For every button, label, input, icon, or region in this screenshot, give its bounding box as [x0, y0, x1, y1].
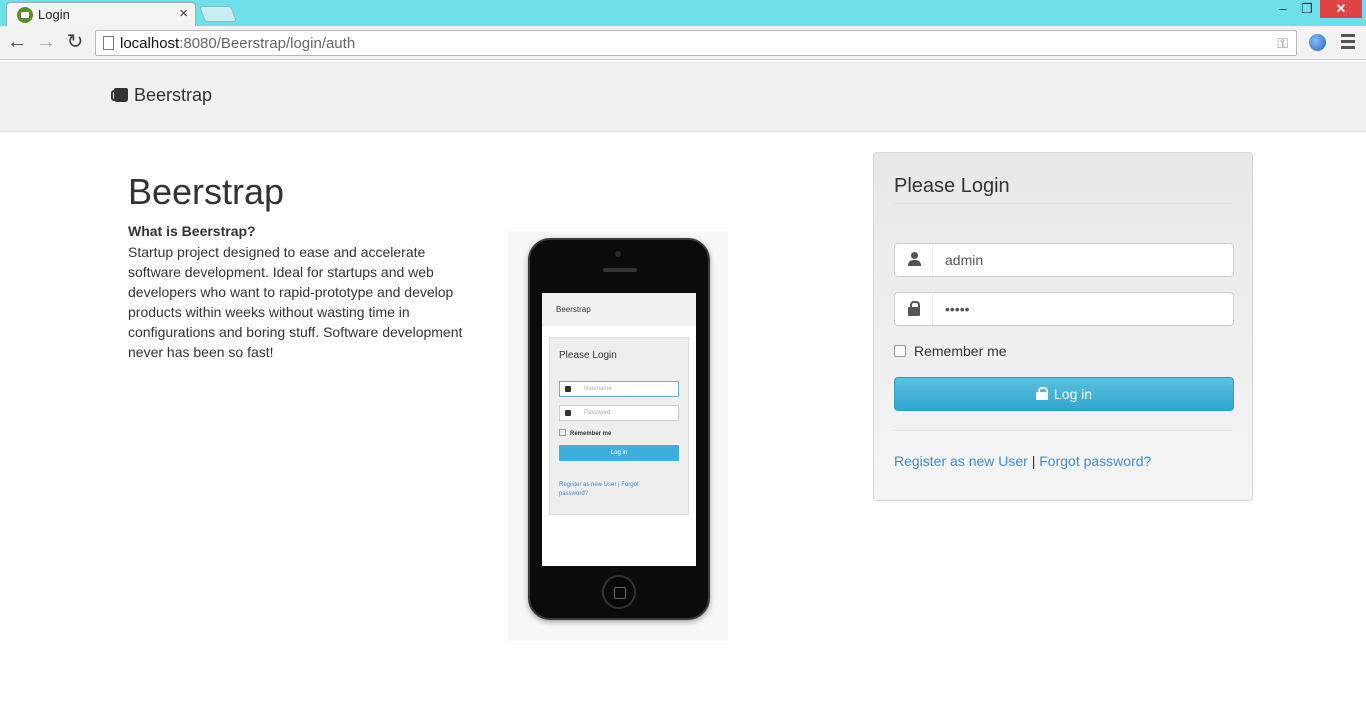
- phone-screen-remember: Remember me: [559, 429, 611, 437]
- beer-mug-icon: [111, 88, 128, 102]
- password-field[interactable]: [894, 292, 1234, 326]
- username-input[interactable]: [945, 244, 1225, 276]
- phone-screen: Beerstrap Please Login Username Password…: [542, 293, 696, 566]
- phone-illustration: Beerstrap Please Login Username Password…: [508, 231, 728, 641]
- hero-description: Startup project designed to ease and acc…: [128, 244, 463, 360]
- brand-link[interactable]: Beerstrap: [111, 85, 212, 106]
- window-close-button[interactable]: ✕: [1320, 0, 1362, 18]
- window-maximize-button[interactable]: ❐: [1296, 0, 1318, 18]
- remember-me-checkbox[interactable]: [894, 345, 906, 357]
- divider: [894, 203, 1232, 204]
- remember-me-label[interactable]: Remember me: [914, 343, 1007, 359]
- forgot-password-link[interactable]: Forgot password?: [1039, 453, 1151, 469]
- phone-screen-title: Please Login: [559, 350, 617, 361]
- globe-icon[interactable]: [1309, 34, 1326, 51]
- reload-icon[interactable]: ↻: [63, 31, 87, 55]
- user-icon: [908, 252, 921, 267]
- favicon-icon: [17, 7, 33, 23]
- key-icon[interactable]: ⚿: [1277, 35, 1288, 52]
- browser-toolbar: ← → ↻ localhost:8080/Beerstrap/login/aut…: [0, 26, 1366, 60]
- phone-screen-button: Log in: [559, 445, 679, 461]
- login-panel: Please Login Remember me Log in Register…: [873, 152, 1253, 501]
- browser-tab-bar: Login × – ❐ ✕: [0, 0, 1366, 26]
- phone-screen-brand: Beerstrap: [542, 293, 696, 326]
- lock-icon: [1035, 387, 1048, 400]
- tab-title: Login: [38, 7, 70, 22]
- username-field[interactable]: [894, 243, 1234, 277]
- username-addon: [895, 244, 933, 276]
- phone-home-button: [602, 575, 636, 609]
- back-arrow-icon[interactable]: ←: [5, 31, 29, 55]
- new-tab-button[interactable]: [199, 6, 237, 22]
- page-title: Beerstrap: [128, 171, 285, 212]
- link-separator: |: [1027, 453, 1040, 469]
- hero-subtitle: What is Beerstrap?: [128, 223, 256, 239]
- page-icon: [103, 36, 114, 50]
- phone-body: Beerstrap Please Login Username Password…: [528, 238, 710, 620]
- password-input[interactable]: [945, 293, 1225, 325]
- browser-menu-icon[interactable]: [1341, 34, 1355, 52]
- lock-icon: [908, 301, 920, 316]
- phone-screen-username: Username: [559, 381, 679, 397]
- tab-close-icon[interactable]: ×: [179, 5, 188, 22]
- login-button[interactable]: Log in: [894, 377, 1234, 411]
- password-addon: [895, 293, 933, 325]
- divider: [894, 430, 1232, 431]
- login-title: Please Login: [894, 175, 1010, 197]
- address-bar[interactable]: localhost:8080/Beerstrap/login/auth ⚿: [95, 30, 1297, 56]
- phone-screen-links: Register as new User | Forgot password?: [559, 482, 639, 497]
- register-link[interactable]: Register as new User: [894, 453, 1028, 469]
- phone-camera: [615, 251, 621, 257]
- window-minimize-button[interactable]: –: [1272, 0, 1294, 18]
- site-navbar: Beerstrap: [0, 61, 1366, 132]
- forward-arrow-icon[interactable]: →: [34, 31, 58, 55]
- browser-tab[interactable]: Login ×: [6, 2, 196, 26]
- login-links: Register as new User | Forgot password?: [894, 453, 1151, 469]
- phone-screen-password: Password: [559, 405, 679, 421]
- page-content: Beerstrap Beerstrap What is Beerstrap? S…: [0, 61, 1366, 728]
- url-text[interactable]: localhost:8080/Beerstrap/login/auth: [120, 35, 355, 52]
- phone-speaker: [603, 268, 637, 272]
- phone-screen-login-box: Please Login Username Password Remember …: [549, 337, 689, 515]
